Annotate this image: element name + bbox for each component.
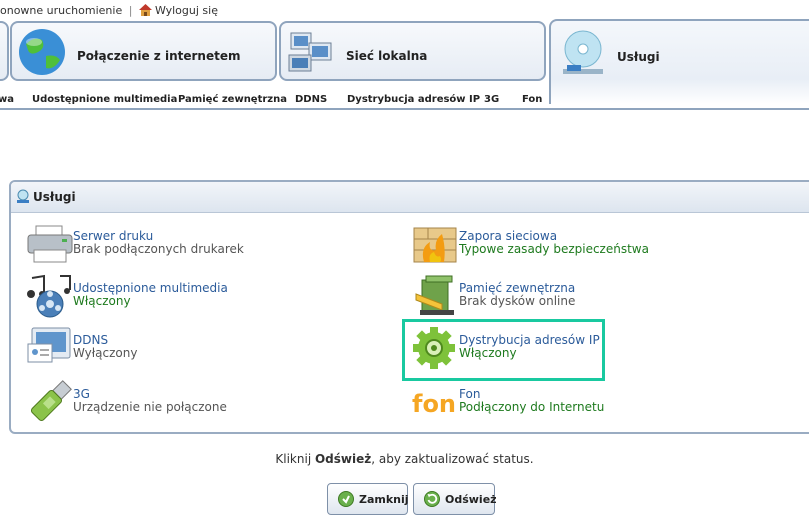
link-separator: |	[128, 4, 133, 17]
tab-internet-connection[interactable]: Połączenie z internetem	[10, 21, 277, 81]
hint-emphasis: Odśwież	[314, 452, 372, 466]
subnav-item-multimedia[interactable]: Udostępnione multimedia	[32, 94, 177, 105]
selection-highlight	[402, 319, 605, 381]
panel-header: Usługi	[11, 182, 809, 213]
tab-local-network[interactable]: Sieć lokalna	[279, 21, 546, 81]
subnav-item-dhcp[interactable]: Dystrybucja adresów IP	[347, 94, 480, 105]
close-button[interactable]: Zamknij	[327, 483, 409, 515]
service-name[interactable]: Fon	[459, 387, 480, 401]
subnav-item-storage[interactable]: Pamięć zewnętrzna	[178, 94, 287, 105]
refresh-button[interactable]: Odśwież	[413, 483, 497, 515]
service-status: Urządzenie nie połączone	[73, 400, 227, 414]
network-computers-icon	[288, 32, 332, 72]
header-divider	[0, 108, 809, 110]
subnav-item-ddns[interactable]: DDNS	[295, 94, 327, 105]
hint-text: Kliknij	[275, 452, 315, 466]
fon-logo-text: fon	[412, 390, 456, 418]
tab-label: Sieć lokalna	[346, 49, 428, 63]
usb-modem-icon	[30, 380, 72, 422]
close-circle-icon	[338, 491, 354, 507]
service-name[interactable]: Pamięć zewnętrzna	[459, 281, 575, 295]
house-logout-icon	[138, 4, 152, 16]
subnav-item[interactable]: wa	[0, 94, 14, 105]
service-name[interactable]: Udostępnione multimedia	[73, 281, 228, 295]
service-status: Brak dysków online	[459, 294, 576, 308]
ddns-icon	[27, 327, 71, 363]
tab-label: Połączenie z internetem	[77, 49, 241, 63]
button-label: Odśwież	[445, 493, 497, 506]
refresh-hint: Kliknij Odśwież, aby zaktualizować statu…	[0, 452, 809, 466]
service-name[interactable]: Serwer druku	[73, 229, 153, 243]
service-status: Wyłączony	[73, 346, 138, 360]
service-status: Typowe zasady bezpieczeństwa	[459, 242, 649, 256]
printer-icon	[27, 225, 73, 263]
subnav-item-fon[interactable]: Fon	[522, 94, 542, 105]
top-links: onowne uruchomienie | Wyloguj się	[0, 4, 218, 17]
service-name[interactable]: 3G	[73, 387, 90, 401]
restart-link[interactable]: onowne uruchomienie	[0, 4, 122, 17]
multimedia-icon	[27, 274, 71, 318]
service-name[interactable]: Zapora sieciowa	[459, 229, 557, 243]
services-disc-icon	[563, 30, 603, 74]
button-label: Zamknij	[359, 493, 409, 506]
service-status: Włączony	[73, 294, 131, 308]
service-status: Podłączony do Internetu	[459, 400, 605, 414]
subnav-item-3g[interactable]: 3G	[484, 94, 499, 105]
firewall-icon	[413, 227, 457, 263]
tab-previous-partial[interactable]	[0, 21, 9, 81]
tab-services[interactable]: Usługi	[549, 19, 809, 104]
hint-text: , aby zaktualizować status.	[371, 452, 534, 466]
fon-logo-icon: fon	[412, 390, 456, 418]
globe-icon	[19, 29, 65, 75]
tab-label: Usługi	[617, 50, 660, 64]
service-status: Brak podłączonych drukarek	[73, 242, 244, 256]
panel-title: Usługi	[33, 190, 76, 204]
refresh-icon	[424, 491, 440, 507]
external-storage-icon	[415, 275, 454, 315]
services-small-icon	[17, 189, 29, 203]
logout-link[interactable]: Wyloguj się	[155, 4, 218, 17]
service-name[interactable]: DDNS	[73, 333, 108, 347]
